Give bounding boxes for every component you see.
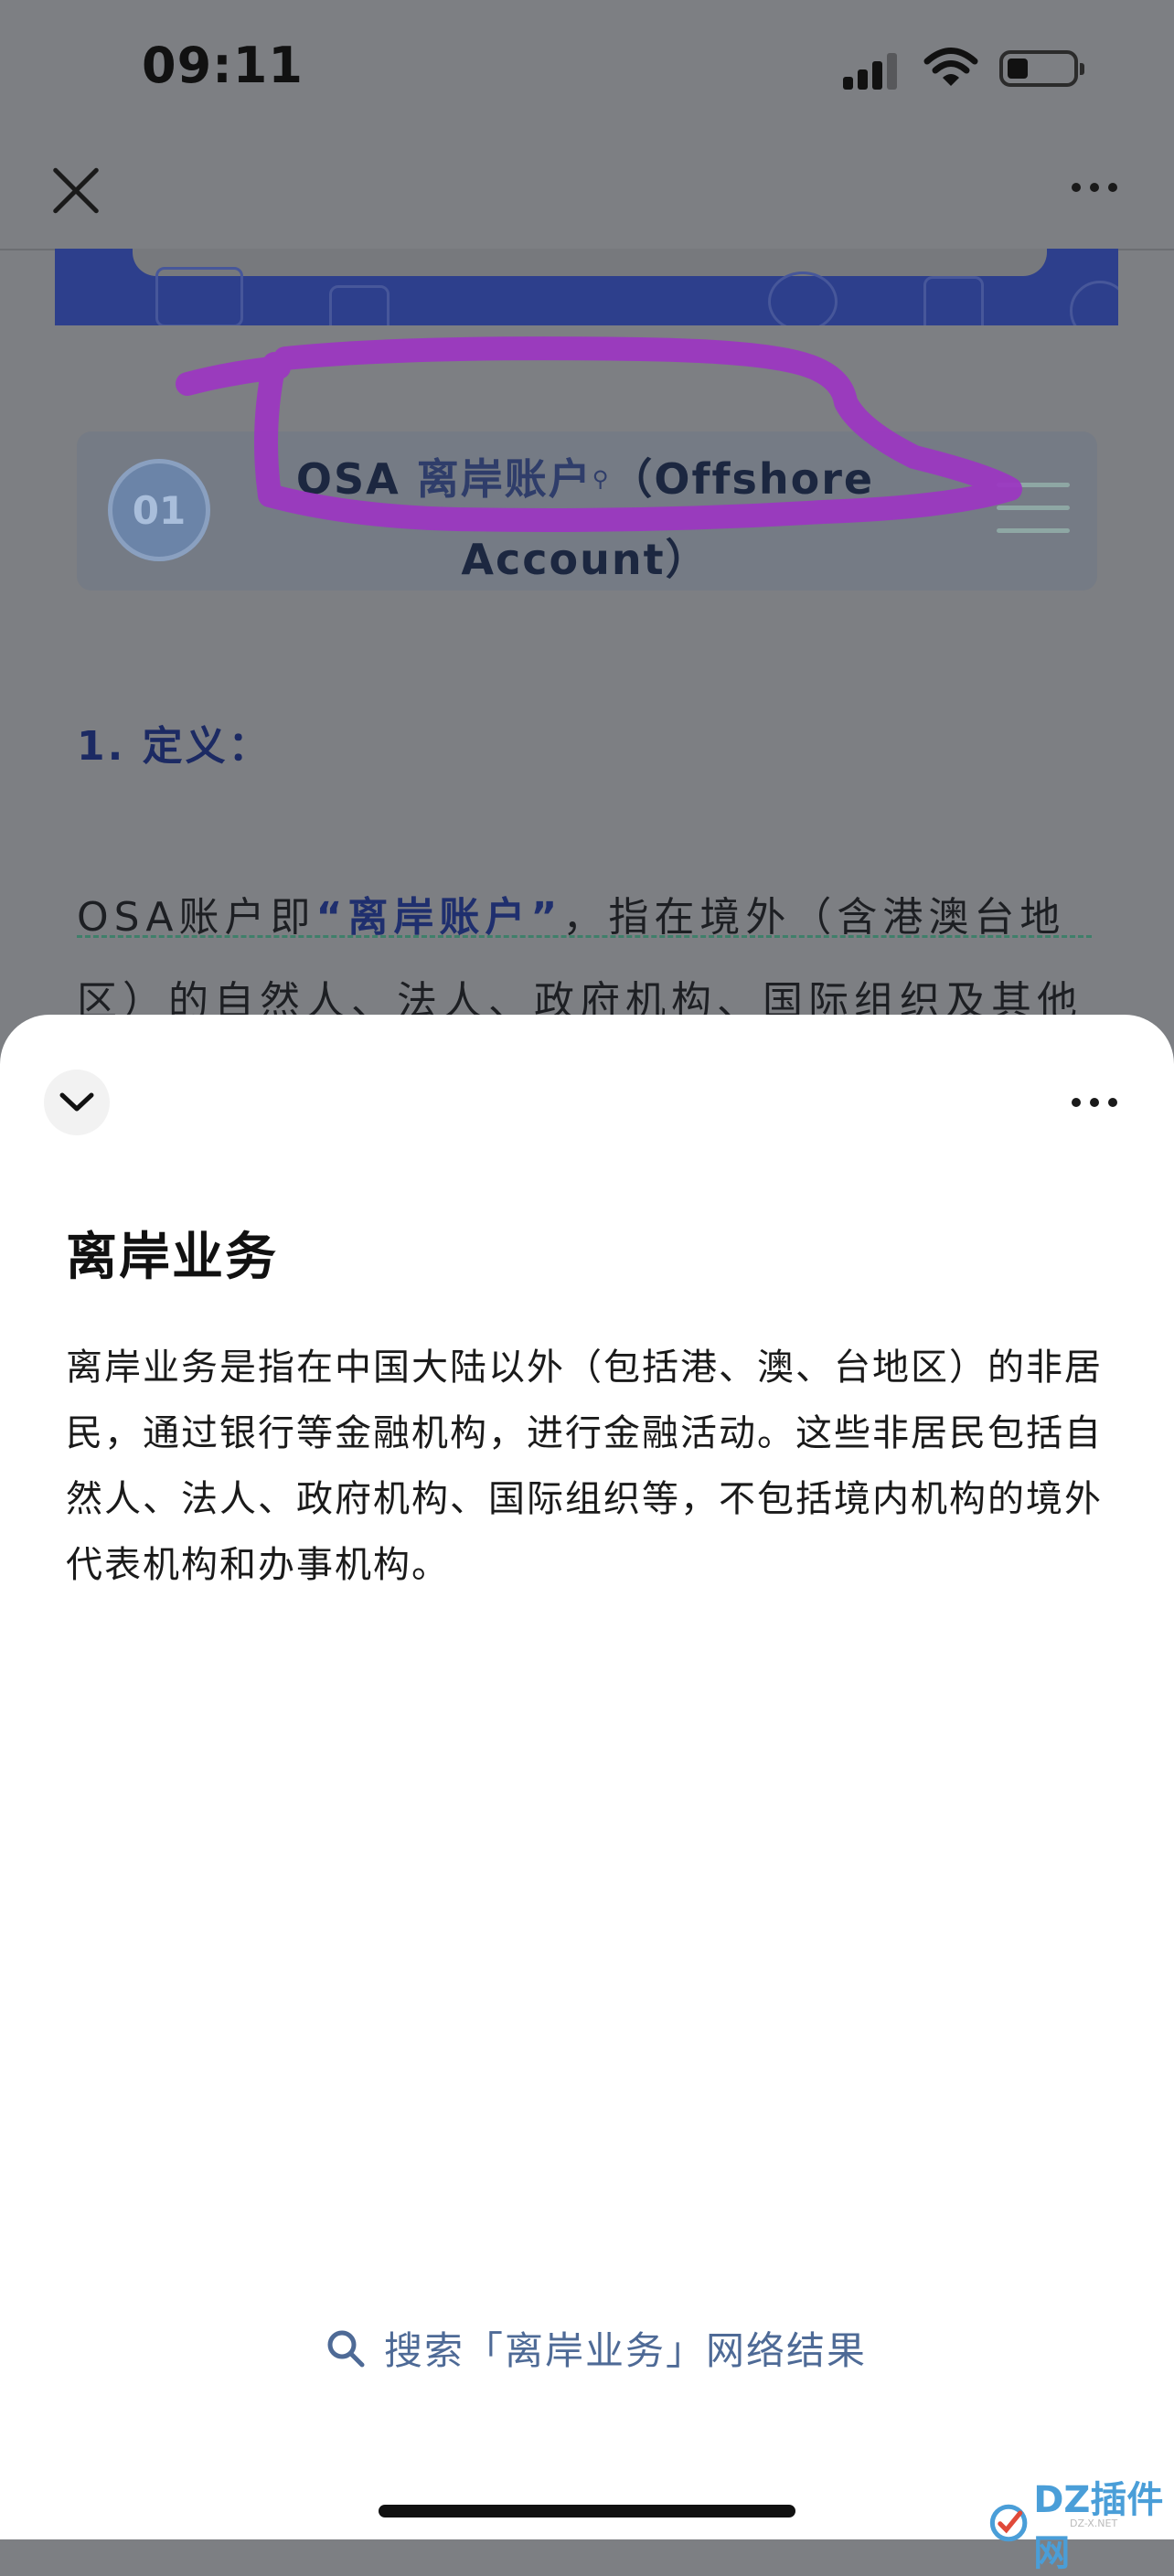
watermark: DZ插件网 DZ-X.NET <box>989 2470 1174 2576</box>
para-text: ，指在境外（含港澳台地 <box>562 894 1066 941</box>
web-search-link[interactable]: 搜索「离岸业务」网络结果 <box>326 2320 867 2376</box>
wifi-icon <box>923 48 978 86</box>
more-icon[interactable] <box>1072 183 1117 192</box>
section-title: OSA 离岸账户⚲（Offshore Account） <box>210 439 960 600</box>
section-title-rest: （Offshore <box>610 454 875 504</box>
para-text: OSA账户即 <box>77 894 316 941</box>
web-search-label: 搜索「离岸业务」网络结果 <box>384 2328 868 2373</box>
keyword-link[interactable]: “离岸账户” <box>315 894 562 941</box>
search-icon: ⚲ <box>592 466 611 492</box>
search-icon <box>327 2330 365 2367</box>
sheet-body: 离岸业务是指在中国大陆以外（包括港、澳、台地区）的非居民，通过银行等金融机构，进… <box>66 1347 1103 1586</box>
home-indicator[interactable] <box>379 2505 795 2517</box>
section-number-badge: 01 <box>108 459 210 561</box>
definition-heading: 1. 定义： <box>77 723 272 770</box>
chevron-down-icon <box>59 1092 94 1112</box>
sheet-title: 离岸业务 <box>66 1228 278 1287</box>
signal-icon <box>843 51 898 90</box>
section-title-keyword[interactable]: 离岸账户 <box>417 454 592 504</box>
section-title-line2: Account） <box>461 535 710 584</box>
close-icon[interactable] <box>50 165 101 216</box>
section-title-osa: OSA <box>295 454 400 504</box>
highlighter-annotation <box>176 336 1022 532</box>
watermark-sub: DZ-X.NET <box>1070 2517 1118 2529</box>
status-time: 09:11 <box>142 37 304 94</box>
article-banner <box>55 249 1118 325</box>
battery-icon <box>999 50 1084 87</box>
collapse-button[interactable] <box>44 1070 110 1135</box>
more-icon[interactable] <box>1072 1098 1117 1107</box>
menu-icon[interactable] <box>997 483 1070 551</box>
